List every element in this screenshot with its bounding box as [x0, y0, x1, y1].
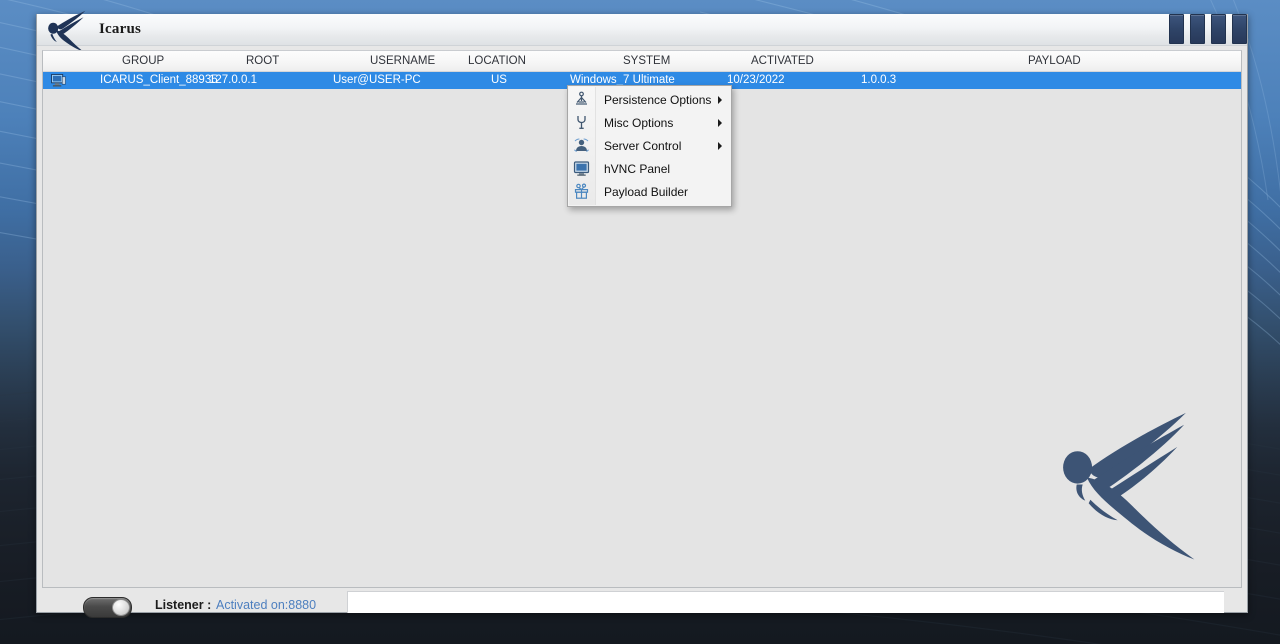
computer-icon: [51, 74, 66, 87]
chevron-right-icon: [718, 118, 722, 127]
menu-item-label: Persistence Options: [604, 92, 712, 107]
toggle-knob: [112, 599, 130, 616]
server-user-icon: [568, 137, 594, 154]
icarus-bird-watermark: [1063, 412, 1195, 560]
wrench-icon: [568, 114, 594, 131]
listener-toggle-switch[interactable]: [83, 597, 132, 618]
menu-item-persistence-options[interactable]: Persistence Options: [568, 88, 731, 111]
column-header-payload[interactable]: PAYLOAD: [1028, 55, 1081, 67]
column-header-system[interactable]: SYSTEM: [623, 55, 670, 67]
window-controls: [1169, 14, 1247, 45]
menu-item-hvnc-panel[interactable]: hVNC Panel: [568, 157, 731, 180]
context-menu: Persistence Options Misc Options Server …: [567, 85, 732, 207]
column-header-activated[interactable]: ACTIVATED: [751, 55, 814, 67]
window-titlebar[interactable]: Icarus: [37, 10, 1247, 52]
listener-status: Activated on:8880: [216, 598, 317, 612]
package-icon: [568, 183, 594, 200]
client-list-header: GROUP ROOT USERNAME LOCATION SYSTEM ACTI…: [43, 51, 1241, 72]
menu-item-misc-options[interactable]: Misc Options: [568, 111, 731, 134]
monitor-icon: [568, 160, 594, 177]
window-control-bar-1[interactable]: [1169, 14, 1184, 44]
window-control-bar-4[interactable]: [1232, 14, 1247, 44]
column-header-location[interactable]: LOCATION: [468, 55, 526, 67]
menu-item-label: Payload Builder: [604, 184, 689, 199]
window-title: Icarus: [99, 21, 142, 37]
window-control-bar-3[interactable]: [1211, 14, 1226, 44]
listener-label: Listener :: [155, 598, 212, 612]
menu-item-payload-builder[interactable]: Payload Builder: [568, 180, 731, 203]
column-header-root[interactable]: ROOT: [246, 55, 279, 67]
chevron-right-icon: [718, 95, 722, 104]
menu-item-label: Server Control: [604, 138, 682, 153]
menu-item-label: hVNC Panel: [604, 161, 671, 176]
window-control-bar-2[interactable]: [1190, 14, 1205, 44]
column-header-group[interactable]: GROUP: [122, 55, 164, 67]
cell-username: User@USER-PC: [333, 74, 421, 86]
icarus-bird-logo: [48, 10, 86, 52]
cell-root: 127.0.0.1: [209, 74, 257, 86]
cell-activated: 10/23/2022: [727, 74, 785, 86]
cell-payload: 1.0.0.3: [861, 74, 897, 86]
persistence-icon: [568, 91, 594, 108]
menu-item-label: Misc Options: [604, 115, 674, 130]
chevron-right-icon: [718, 141, 722, 150]
cell-group: ICARUS_Client_88935: [100, 74, 218, 86]
column-header-username[interactable]: USERNAME: [370, 55, 435, 67]
menu-item-server-control[interactable]: Server Control: [568, 134, 731, 157]
cell-location: US: [491, 74, 507, 86]
status-bar: Listener : Activated on:8880: [37, 586, 1247, 618]
